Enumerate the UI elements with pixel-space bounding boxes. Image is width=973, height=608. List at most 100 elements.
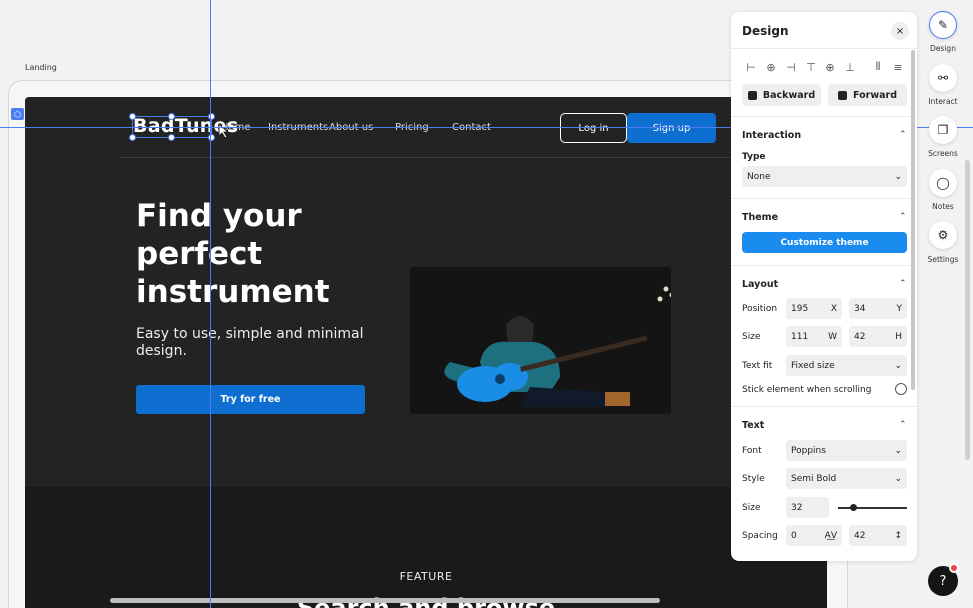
text-header[interactable]: Text	[742, 420, 764, 431]
type-label: Type	[742, 152, 766, 162]
guitar-player-illustration	[444, 286, 675, 407]
width-input[interactable]: 111 W	[786, 326, 842, 347]
align-middle-icon[interactable]: ⊕	[823, 60, 837, 74]
x-input[interactable]: 195 X	[786, 298, 842, 319]
nav-divider	[120, 157, 760, 158]
distribute-v-icon[interactable]: ≡	[891, 60, 905, 74]
chevron-down-icon: ⌄	[894, 473, 902, 484]
textfit-value: Fixed size	[791, 360, 835, 371]
frame-marker-icon[interactable]: ⬡	[11, 108, 24, 120]
chevron-down-icon: ⌄	[894, 360, 902, 371]
panel-title: Design	[742, 24, 789, 38]
text-size-label: Size	[742, 503, 761, 513]
panel-divider	[731, 265, 917, 266]
backward-button[interactable]: Backward	[742, 84, 821, 106]
settings-gear-icon[interactable]: ⚙	[929, 221, 957, 249]
distribute-h-icon[interactable]: ⦀	[871, 60, 885, 74]
sticky-label: Stick element when scrolling	[742, 385, 872, 395]
resize-handle-tl[interactable]	[129, 113, 136, 120]
letter-spacing-icon: A͟V	[824, 530, 837, 541]
x-value: 195	[791, 303, 809, 314]
h-value: 42	[854, 331, 866, 342]
theme-header[interactable]: Theme	[742, 212, 778, 223]
textfit-select[interactable]: Fixed size ⌄	[786, 355, 907, 376]
hero-title[interactable]: Find your perfect instrument	[136, 197, 426, 311]
customize-theme-button[interactable]: Customize theme	[742, 232, 907, 253]
vertical-guide	[210, 0, 211, 608]
signup-button[interactable]: Sign up	[627, 113, 716, 143]
size-slider[interactable]	[838, 507, 907, 509]
line-height-input[interactable]: 42 ↕	[849, 525, 907, 546]
backward-label: Backward	[762, 89, 816, 101]
align-center-h-icon[interactable]: ⊕	[764, 60, 778, 74]
x-unit: X	[830, 303, 837, 314]
align-left-icon[interactable]: ⊢	[744, 60, 758, 74]
rail-notes-label[interactable]: Notes	[919, 202, 967, 211]
rail-screens-label[interactable]: Screens	[919, 149, 967, 158]
text-size-input[interactable]: 32	[786, 497, 829, 518]
landing-frame[interactable]: BadTunes Home Instruments About us Prici…	[25, 97, 827, 608]
line-height-value: 42	[854, 530, 866, 541]
design-panel: Design × ⊢ ⊕ ⊣ ⊤ ⊕ ⊥ ⦀ ≡ Backward Forwar…	[731, 12, 917, 561]
try-free-button[interactable]: Try for free	[136, 385, 365, 414]
size-slider-thumb[interactable]	[850, 504, 857, 511]
panel-divider	[731, 198, 917, 199]
backward-icon	[747, 90, 757, 100]
spacing-value: 0	[791, 530, 797, 541]
height-input[interactable]: 42 H	[849, 326, 907, 347]
chevron-up-icon[interactable]: ⌃	[899, 212, 907, 222]
login-button[interactable]: Log in	[560, 113, 627, 143]
rail-settings-label[interactable]: Settings	[919, 255, 967, 264]
font-select[interactable]: Poppins ⌄	[786, 440, 907, 461]
position-label: Position	[742, 304, 778, 314]
y-value: 34	[854, 303, 866, 314]
rail-interact-label[interactable]: Interact	[919, 97, 967, 106]
font-value: Poppins	[791, 445, 826, 456]
font-label: Font	[742, 446, 762, 456]
type-value: None	[747, 171, 771, 182]
chevron-up-icon[interactable]: ⌃	[899, 279, 907, 289]
w-value: 111	[791, 331, 809, 342]
panel-scrollbar[interactable]	[911, 50, 915, 390]
frame-label[interactable]: Landing	[25, 63, 57, 72]
style-select[interactable]: Semi Bold ⌄	[786, 468, 907, 489]
letter-spacing-input[interactable]: 0 A͟V	[786, 525, 842, 546]
sticky-checkbox[interactable]	[895, 383, 907, 395]
forward-icon	[838, 90, 847, 100]
type-select[interactable]: None ⌄	[742, 166, 907, 187]
resize-handle-tm[interactable]	[168, 113, 175, 120]
close-icon[interactable]: ×	[891, 22, 909, 40]
chevron-down-icon: ⌄	[894, 445, 902, 456]
interaction-header[interactable]: Interaction	[742, 130, 801, 141]
layout-header[interactable]: Layout	[742, 279, 778, 290]
panel-divider	[731, 116, 917, 117]
forward-label: Forward	[853, 89, 897, 101]
size-label: Size	[742, 332, 761, 342]
hero-image[interactable]	[410, 267, 675, 414]
align-top-icon[interactable]: ⊤	[804, 60, 818, 74]
rail-design-label[interactable]: Design	[919, 44, 967, 53]
align-right-icon[interactable]: ⊣	[784, 60, 798, 74]
forward-button[interactable]: Forward	[828, 84, 907, 106]
page-scrollbar[interactable]	[965, 160, 970, 460]
w-unit: W	[828, 331, 837, 342]
horizontal-scrollbar[interactable]	[110, 598, 660, 603]
textfit-label: Text fit	[742, 361, 773, 371]
app-root: Landing BadTunes Home Instruments About …	[0, 0, 973, 608]
chevron-down-icon: ⌄	[894, 171, 902, 182]
design-pen-icon[interactable]: ✎	[929, 11, 957, 39]
line-height-icon: ↕	[894, 530, 902, 541]
notes-bubble-icon[interactable]: ◯	[929, 169, 957, 197]
chevron-up-icon[interactable]: ⌃	[899, 130, 907, 140]
y-input[interactable]: 34 Y	[849, 298, 907, 319]
panel-divider	[731, 406, 917, 407]
resize-handle-bl[interactable]	[129, 134, 136, 141]
interact-link-icon[interactable]: ⚯	[929, 64, 957, 92]
feature-label[interactable]: FEATURE	[25, 570, 827, 583]
screens-icon[interactable]: ❐	[929, 116, 957, 144]
resize-handle-bm[interactable]	[168, 134, 175, 141]
panel-divider	[731, 48, 917, 49]
chevron-up-icon[interactable]: ⌃	[899, 420, 907, 430]
hero-subtitle[interactable]: Easy to use, simple and minimal design.	[136, 326, 386, 360]
align-bottom-icon[interactable]: ⊥	[843, 60, 857, 74]
